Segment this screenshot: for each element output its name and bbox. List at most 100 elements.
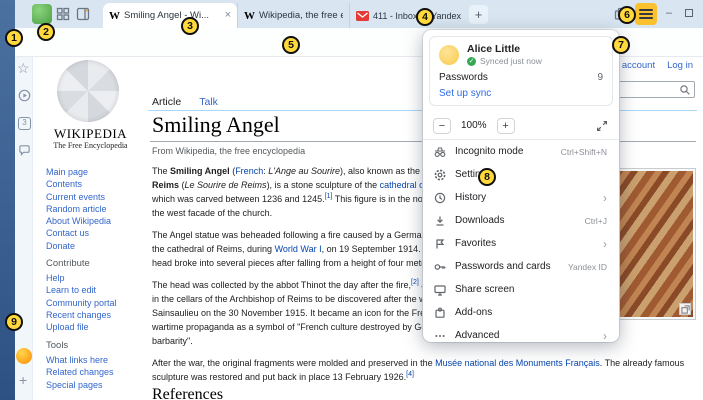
chevron-right-icon: › [603,330,607,342]
nav-random-article[interactable]: Random article [46,203,151,215]
menu-item-label: Downloads [455,215,577,226]
menu-item-add-ons[interactable]: Add-ons [423,301,619,324]
nav-what-links-here[interactable]: What links here [46,354,151,366]
wikipedia-logo[interactable] [57,60,119,122]
callout-4: 4 [416,8,434,26]
nav-special-pages[interactable]: Special pages [46,379,151,391]
menu-item-passwords-cards[interactable]: Passwords and cards Yandex ID [423,255,619,278]
menu-item-label: Passwords and cards [455,261,560,272]
nav-main-page[interactable]: Main page [46,166,151,178]
user-name: Alice Little [467,43,542,55]
menu-item-label: Incognito mode [455,146,553,157]
tab-title: Smiling Angel - Wi... [124,10,221,21]
sidebar-toggle-button[interactable] [75,6,91,22]
tab-smiling-angel[interactable]: W Smiling Angel - Wi... × [103,3,237,28]
nav-contact-us[interactable]: Contact us [46,227,151,239]
menu-item-label: History [455,192,595,203]
wikipedia-favicon: W [244,10,255,22]
search-icon[interactable] [679,84,691,96]
callout-6: 6 [618,6,636,24]
key-icon [433,260,447,274]
article-paragraph: After the war, the original fragments we… [152,356,622,384]
references-heading: References [152,386,223,400]
tab-title: Wikipedia, the free encyclo... [259,10,343,21]
tools-header: Tools [46,340,68,351]
browser-menu-dropdown: Alice Little Synced just now Passwords 9… [423,30,619,342]
fullscreen-icon[interactable] [595,119,609,133]
menu-item-label: Settings [455,169,599,180]
nav-help[interactable]: Help [46,272,151,284]
browser-window: W Smiling Angel - Wi... × W Wikipedia, t… [0,0,703,400]
article-subtitle: From Wikipedia, the free encyclopedia [152,146,305,156]
chevron-right-icon: › [603,192,607,204]
window-edge-strip [0,0,15,400]
yandex-services-icon[interactable] [16,348,32,364]
flag-icon [433,237,447,251]
nav-recent-changes[interactable]: Recent changes [46,309,151,321]
passwords-count: 9 [597,72,603,83]
set-up-sync-link[interactable]: Set up sync [439,88,603,99]
profile-avatar[interactable] [32,4,52,24]
menu-item-favorites[interactable]: Favorites › [423,232,619,255]
menu-item-share-screen[interactable]: Share screen [423,278,619,301]
add-panel-icon[interactable]: + [19,372,27,388]
menu-item-history[interactable]: History › [423,186,619,209]
gear-icon [433,168,447,182]
menu-item-downloads[interactable]: Downloads Ctrl+J [423,209,619,232]
callout-3: 3 [181,17,199,35]
angel-statue-photo [615,171,693,317]
contribute-header: Contribute [46,258,90,269]
nav-about-wikipedia[interactable]: About Wikipedia [46,215,151,227]
zoom-level: 100% [461,120,487,131]
wikipedia-wordmark: WIKIPEDIA [33,126,148,142]
bookmarks-star-icon[interactable]: ☆ [17,60,30,77]
menu-item-advanced[interactable]: Advanced › [423,324,619,342]
menu-item-incognito[interactable]: Incognito mode Ctrl+Shift+N [423,140,619,163]
video-play-icon[interactable] [18,89,31,102]
tableau-button[interactable] [55,6,71,22]
zoom-in-button[interactable]: + [497,118,515,134]
article-image-thumbnail[interactable] [612,168,696,320]
wikipedia-logo-tagline: The Free Encyclopedia [33,141,148,150]
tab-bar: W Smiling Angel - Wi... × W Wikipedia, t… [15,0,703,28]
menu-item-label: Advanced [455,330,595,341]
callout-8: 8 [478,168,496,186]
log-in-link[interactable]: Log in [667,60,693,71]
ellipsis-icon [433,329,447,343]
tab-article[interactable]: Article [152,96,181,108]
nav-contents[interactable]: Contents [46,178,151,190]
wiki-nav-tools: What links here Related changes Special … [46,354,151,391]
chevron-right-icon: › [603,238,607,250]
nav-related-changes[interactable]: Related changes [46,366,151,378]
maximize-button[interactable] [681,5,697,21]
image-enlarge-icon[interactable] [679,303,691,315]
article-title: Smiling Angel [152,112,280,138]
tab-wikipedia-home[interactable]: W Wikipedia, the free encyclo... [237,3,349,28]
sync-status-card[interactable]: Alice Little Synced just now Passwords 9… [429,36,613,106]
new-tab-button[interactable]: + [469,5,488,24]
nav-community-portal[interactable]: Community portal [46,297,151,309]
menu-item-settings[interactable]: Settings [423,163,619,186]
wikipedia-favicon: W [109,10,120,22]
menu-item-label: Favorites [455,238,595,249]
nav-upload-file[interactable]: Upload file [46,321,151,333]
nav-current-events[interactable]: Current events [46,191,151,203]
tab-talk[interactable]: Talk [199,96,218,108]
messenger-icon[interactable] [18,144,31,157]
user-avatar [439,45,459,65]
download-icon [433,214,447,228]
tab-yandex-mail[interactable]: 411 - Inbox — Yandex Mail [349,3,469,28]
minimize-button[interactable]: – [661,5,677,21]
zoom-out-button[interactable]: − [433,118,451,134]
browser-menu-button[interactable] [635,3,657,25]
monitor-icon [433,283,447,297]
menu-item-shortcut: Ctrl+J [585,216,607,226]
tab-counter-badge[interactable]: 3 [18,117,31,130]
tab-close-icon[interactable]: × [225,10,231,21]
nav-donate[interactable]: Donate [46,240,151,252]
callout-9: 9 [5,313,23,331]
sync-check-icon [467,57,476,66]
callout-5: 5 [282,36,300,54]
passwords-label[interactable]: Passwords [439,72,488,83]
nav-learn-to-edit[interactable]: Learn to edit [46,284,151,296]
